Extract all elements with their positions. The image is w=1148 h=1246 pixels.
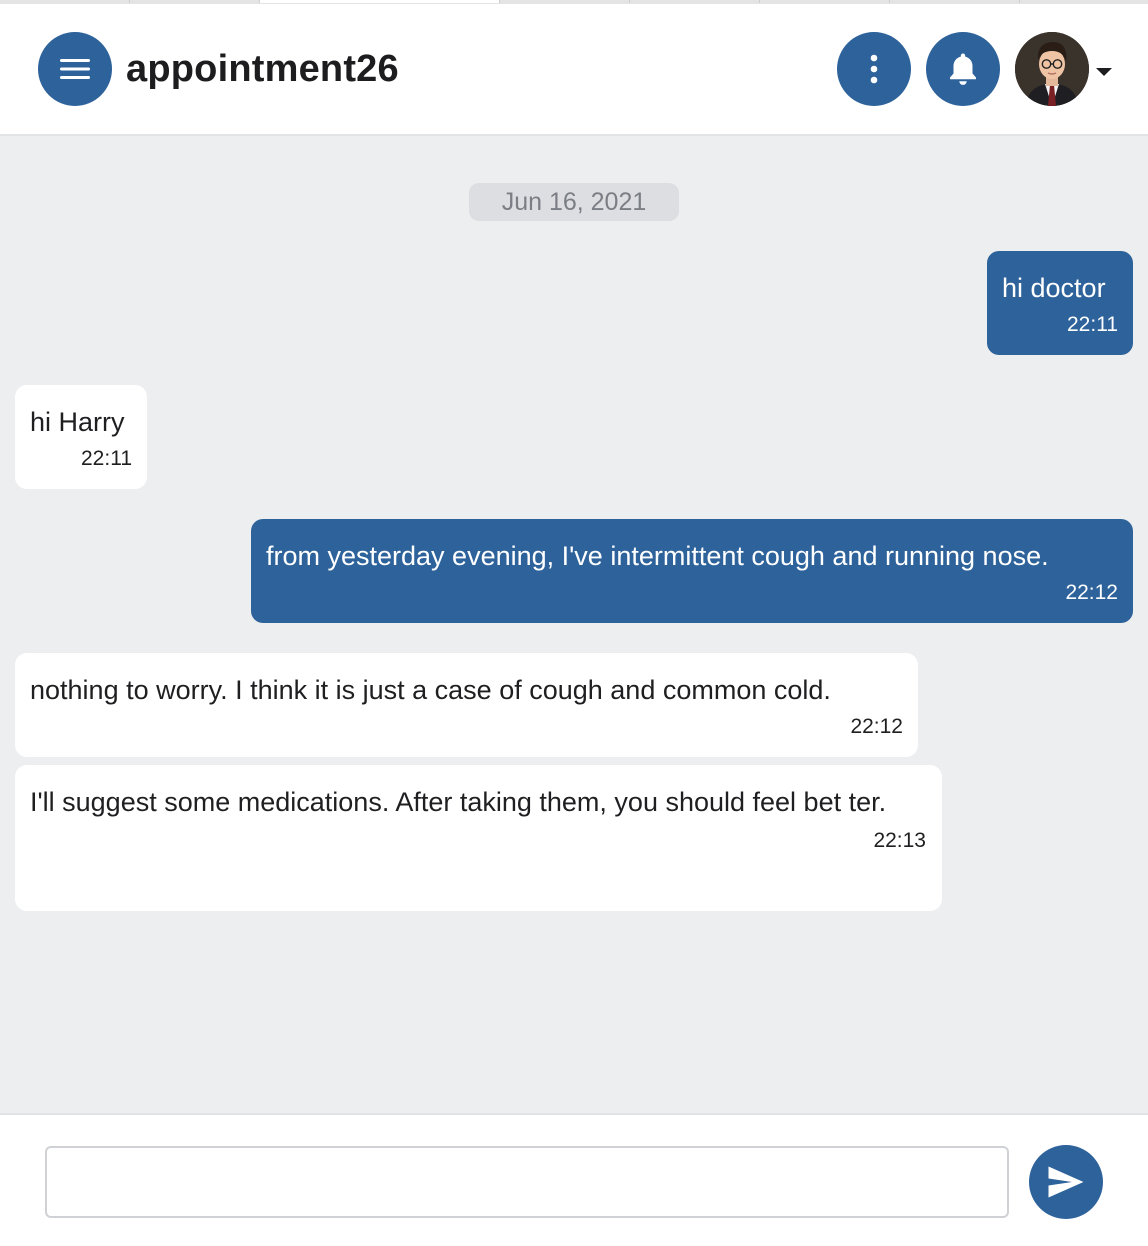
hamburger-menu-icon [60, 59, 90, 79]
message-bubble-sent: hi doctor 22:11 [987, 251, 1133, 355]
tab-segment [260, 0, 500, 3]
user-menu-chevron-down-icon[interactable] [1096, 68, 1112, 76]
user-avatar[interactable] [1015, 32, 1089, 106]
date-separator: Jun 16, 2021 [469, 183, 679, 221]
tab-segment [500, 0, 630, 3]
tab-segment [130, 0, 260, 3]
message-time: 22:12 [850, 715, 903, 738]
send-button[interactable] [1029, 1145, 1103, 1219]
message-composer [0, 1113, 1148, 1246]
message-time: 22:11 [1067, 313, 1118, 336]
message-input[interactable] [45, 1146, 1009, 1218]
message-time: 22:12 [1065, 581, 1118, 604]
tab-segment [0, 0, 130, 3]
bell-icon [950, 53, 976, 85]
user-avatar-image [1015, 32, 1089, 106]
message-text: I'll suggest some medications. After tak… [30, 787, 887, 817]
tab-segment [630, 0, 760, 3]
message-time: 22:13 [873, 829, 926, 852]
message-text: from yesterday evening, I've intermitten… [266, 541, 1049, 571]
chat-app: appointment26 Jun 16, 2021 hi doctor 22:… [0, 0, 1148, 1246]
message-time: 22:11 [81, 447, 132, 470]
notifications-button[interactable] [926, 32, 1000, 106]
message-bubble-received: hi Harry 22:11 [15, 385, 147, 489]
message-bubble-received: I'll suggest some medications. After tak… [15, 765, 942, 911]
message-bubble-sent: from yesterday evening, I've intermitten… [251, 519, 1133, 623]
message-text: hi doctor [1002, 273, 1106, 303]
send-icon [1048, 1166, 1084, 1198]
message-text: hi Harry [30, 407, 125, 437]
message-bubble-received: nothing to worry. I think it is just a c… [15, 653, 918, 757]
chat-messages-area[interactable]: Jun 16, 2021 hi doctor 22:11 hi Harry 22… [0, 138, 1148, 1113]
tab-segment [760, 0, 890, 3]
app-header: appointment26 [0, 4, 1148, 136]
menu-button[interactable] [38, 32, 112, 106]
more-vertical-icon [870, 54, 878, 84]
page-title: appointment26 [126, 48, 399, 90]
more-options-button[interactable] [837, 32, 911, 106]
message-text: nothing to worry. I think it is just a c… [30, 675, 831, 705]
tab-segment [890, 0, 1020, 3]
